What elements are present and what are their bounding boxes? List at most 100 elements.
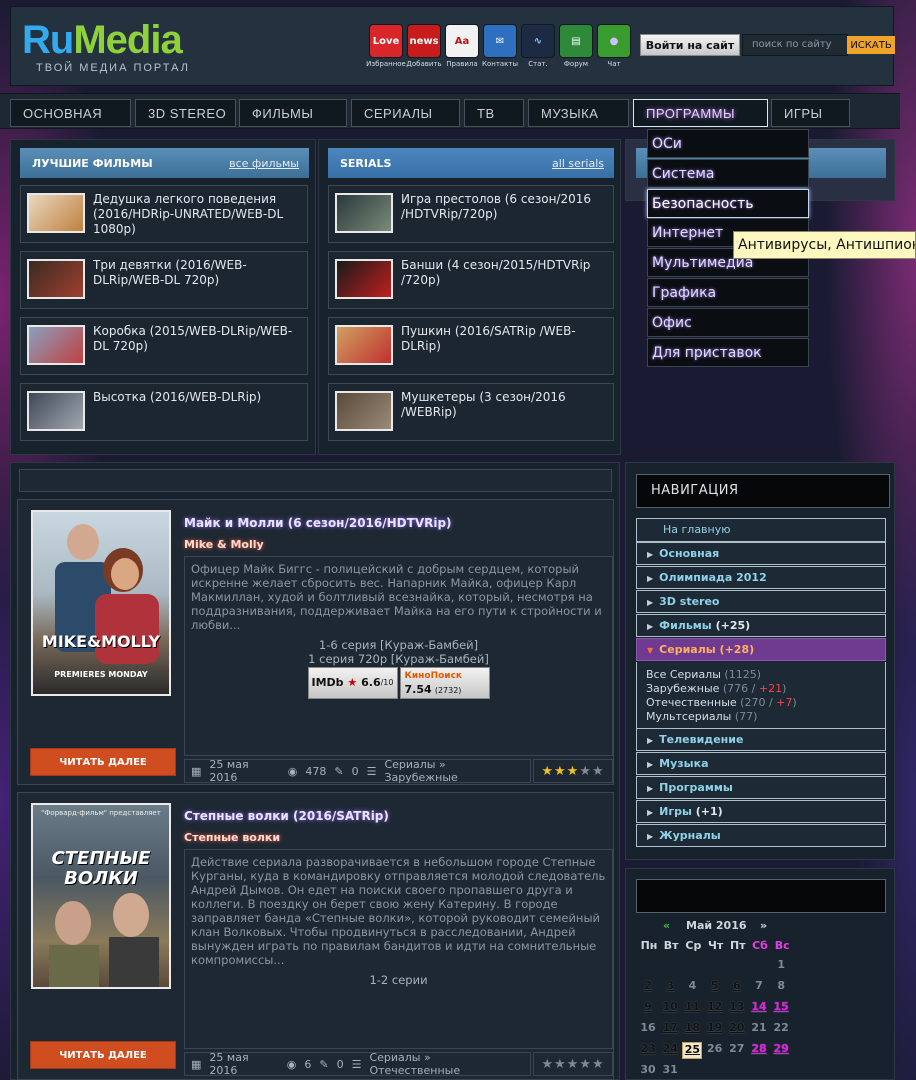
login-button[interactable]: Войти на сайт: [640, 34, 740, 56]
dropdown-item[interactable]: Для приставок: [647, 337, 809, 367]
plus-news-icon[interactable]: news: [407, 24, 441, 58]
stats-icon[interactable]: ∿: [521, 24, 555, 58]
list-item[interactable]: Дедушка легкого поведения (2016/HDRip-UN…: [20, 185, 308, 243]
dropdown-item[interactable]: Безопасность: [647, 188, 809, 218]
nav-tab[interactable]: ОСНОВНАЯ: [10, 99, 131, 127]
calendar-day[interactable]: 24: [660, 1042, 680, 1059]
sidebar-subitem[interactable]: Все Сериалы (1125): [646, 668, 761, 681]
calendar-next[interactable]: »: [760, 919, 767, 932]
calendar-day[interactable]: 10: [660, 1000, 680, 1017]
read-more-button[interactable]: ЧИТАТЬ ДАЛЕЕ: [30, 748, 176, 776]
star-icon[interactable]: ★: [592, 764, 605, 779]
item-thumbnail[interactable]: [335, 193, 393, 233]
calendar-day[interactable]: 15: [771, 1000, 791, 1017]
sidebar-item[interactable]: ▶ Музыка: [636, 752, 886, 775]
search-button[interactable]: ИСКАТЬ: [847, 36, 895, 54]
calendar-day[interactable]: 9: [638, 1000, 658, 1017]
dropdown-item[interactable]: Офис: [647, 307, 809, 337]
sidebar-item[interactable]: ▼ Сериалы (+28): [636, 638, 886, 661]
sidebar-item[interactable]: ▶ Фильмы (+25): [636, 614, 886, 637]
item-title[interactable]: Банши (4 сезон/2015/HDTVRip /720p): [401, 258, 607, 288]
nav-tab[interactable]: СЕРИАЛЫ: [351, 99, 460, 127]
calendar-day[interactable]: 3: [660, 979, 680, 996]
calendar-day[interactable]: 25: [682, 1042, 703, 1059]
item-title[interactable]: Мушкетеры (3 сезон/2016 /WEBRip): [401, 390, 607, 420]
header-icon-label[interactable]: Чат: [592, 60, 636, 68]
list-item[interactable]: Мушкетеры (3 сезон/2016 /WEBRip): [328, 383, 614, 441]
sidebar-subitem[interactable]: Зарубежные (776 / +21): [646, 682, 786, 695]
dropdown-item[interactable]: Система: [647, 158, 809, 188]
item-title[interactable]: Три девятки (2016/WEB-DLRip/WEB-DL 720p): [93, 258, 301, 288]
star-icon[interactable]: ★: [554, 1057, 567, 1072]
star-icon[interactable]: ★: [579, 1057, 592, 1072]
item-title[interactable]: Игра престолов (6 сезон/2016 /HDTVRip/72…: [401, 192, 607, 222]
mail-icon[interactable]: ✉: [483, 24, 517, 58]
calendar-day[interactable]: 23: [638, 1042, 658, 1059]
subitem-label[interactable]: Мультсериалы: [646, 710, 731, 723]
post-category[interactable]: Сериалы » Отечественные: [369, 1051, 522, 1077]
subitem-label[interactable]: Все Сериалы: [646, 668, 721, 681]
rules-icon[interactable]: Aa: [445, 24, 479, 58]
item-thumbnail[interactable]: [27, 391, 85, 431]
nav-tab[interactable]: 3D STEREO: [135, 99, 236, 127]
list-item[interactable]: Игра престолов (6 сезон/2016 /HDTVRip/72…: [328, 185, 614, 243]
list-item[interactable]: Высотка (2016/WEB-DLRip): [20, 383, 308, 441]
post-poster[interactable]: "Форвард-фильм" представляет СТЕПНЫЕ ВОЛ…: [31, 803, 171, 989]
item-thumbnail[interactable]: [27, 259, 85, 299]
subitem-label[interactable]: Отечественные: [646, 696, 737, 709]
star-icon[interactable]: ★: [567, 1057, 580, 1072]
item-title[interactable]: Пушкин (2016/SATRip /WEB-DLRip): [401, 324, 607, 354]
subitem-label[interactable]: Зарубежные: [646, 682, 719, 695]
nav-tab[interactable]: ПРОГРАММЫ: [633, 99, 768, 127]
nav-tab[interactable]: ТВ: [464, 99, 524, 127]
all-serials-link[interactable]: all serials: [552, 157, 604, 170]
item-title[interactable]: Дедушка легкого поведения (2016/HDRip-UN…: [93, 192, 301, 237]
item-thumbnail[interactable]: [27, 193, 85, 233]
post-poster[interactable]: MIKE&MOLLY PREMIERES MONDAY: [31, 510, 171, 696]
star-icon[interactable]: ★: [579, 764, 592, 779]
all-films-link[interactable]: все фильмы: [229, 157, 299, 170]
post-title[interactable]: Степные волки (2016/SATRip): [184, 809, 389, 823]
item-thumbnail[interactable]: [27, 325, 85, 365]
calendar-day[interactable]: 5: [705, 979, 725, 996]
star-icon[interactable]: ★: [554, 764, 567, 779]
star-icon[interactable]: ★: [541, 1057, 554, 1072]
sidebar-subitem[interactable]: Отечественные (270 / +7): [646, 696, 797, 709]
sidebar-item[interactable]: ▶ Программы: [636, 776, 886, 799]
calendar-day[interactable]: 2: [638, 979, 658, 996]
heart-icon[interactable]: Love: [369, 24, 403, 58]
site-logo[interactable]: RuMedia: [22, 20, 183, 60]
calendar-day[interactable]: 28: [749, 1042, 769, 1059]
list-item[interactable]: Три девятки (2016/WEB-DLRip/WEB-DL 720p): [20, 251, 308, 309]
calendar-day[interactable]: 12: [705, 1000, 725, 1017]
item-thumbnail[interactable]: [335, 259, 393, 299]
kinopoisk-badge[interactable]: КиноПоиск 7.54 (2732): [399, 667, 490, 699]
dropdown-item[interactable]: ОСи: [647, 129, 809, 158]
calendar-day[interactable]: 14: [749, 1000, 769, 1017]
sidebar-item[interactable]: ▶ 3D stereo: [636, 590, 886, 613]
post-title[interactable]: Майк и Молли (6 сезон/2016/HDTVRip): [184, 516, 452, 530]
star-icon[interactable]: ★: [541, 764, 554, 779]
nav-tab[interactable]: ИГРЫ: [771, 99, 850, 127]
item-thumbnail[interactable]: [335, 325, 393, 365]
sidebar-item[interactable]: ▶ Журналы: [636, 824, 886, 847]
nav-tab[interactable]: ФИЛЬМЫ: [239, 99, 347, 127]
post-comments[interactable]: 0: [337, 1058, 344, 1071]
sidebar-subitem[interactable]: Мультсериалы (77): [646, 710, 757, 723]
sidebar-item[interactable]: ▶ Основная: [636, 542, 886, 565]
star-icon[interactable]: ★: [592, 1057, 605, 1072]
post-rating-stars[interactable]: ★ ★ ★ ★ ★: [533, 759, 613, 783]
list-item[interactable]: Банши (4 сезон/2015/HDTVRip /720p): [328, 251, 614, 309]
imdb-badge[interactable]: IMDb ★ 6.6/10: [307, 667, 398, 699]
list-item[interactable]: Коробка (2015/WEB-DLRip/WEB-DL 720p): [20, 317, 308, 375]
calendar-day[interactable]: 18: [682, 1021, 702, 1038]
list-item[interactable]: Пушкин (2016/SATRip /WEB-DLRip): [328, 317, 614, 375]
sidebar-home-link[interactable]: На главную: [636, 518, 886, 542]
calendar-day[interactable]: 29: [771, 1042, 791, 1059]
post-comments[interactable]: 0: [352, 765, 359, 778]
sidebar-item[interactable]: ▶ Телевидение: [636, 728, 886, 751]
calendar-day[interactable]: 17: [660, 1021, 680, 1038]
calendar-day[interactable]: 13: [727, 1000, 747, 1017]
post-rating-stars[interactable]: ★ ★ ★ ★ ★: [533, 1052, 613, 1076]
sidebar-item[interactable]: ▶ Олимпиада 2012: [636, 566, 886, 589]
